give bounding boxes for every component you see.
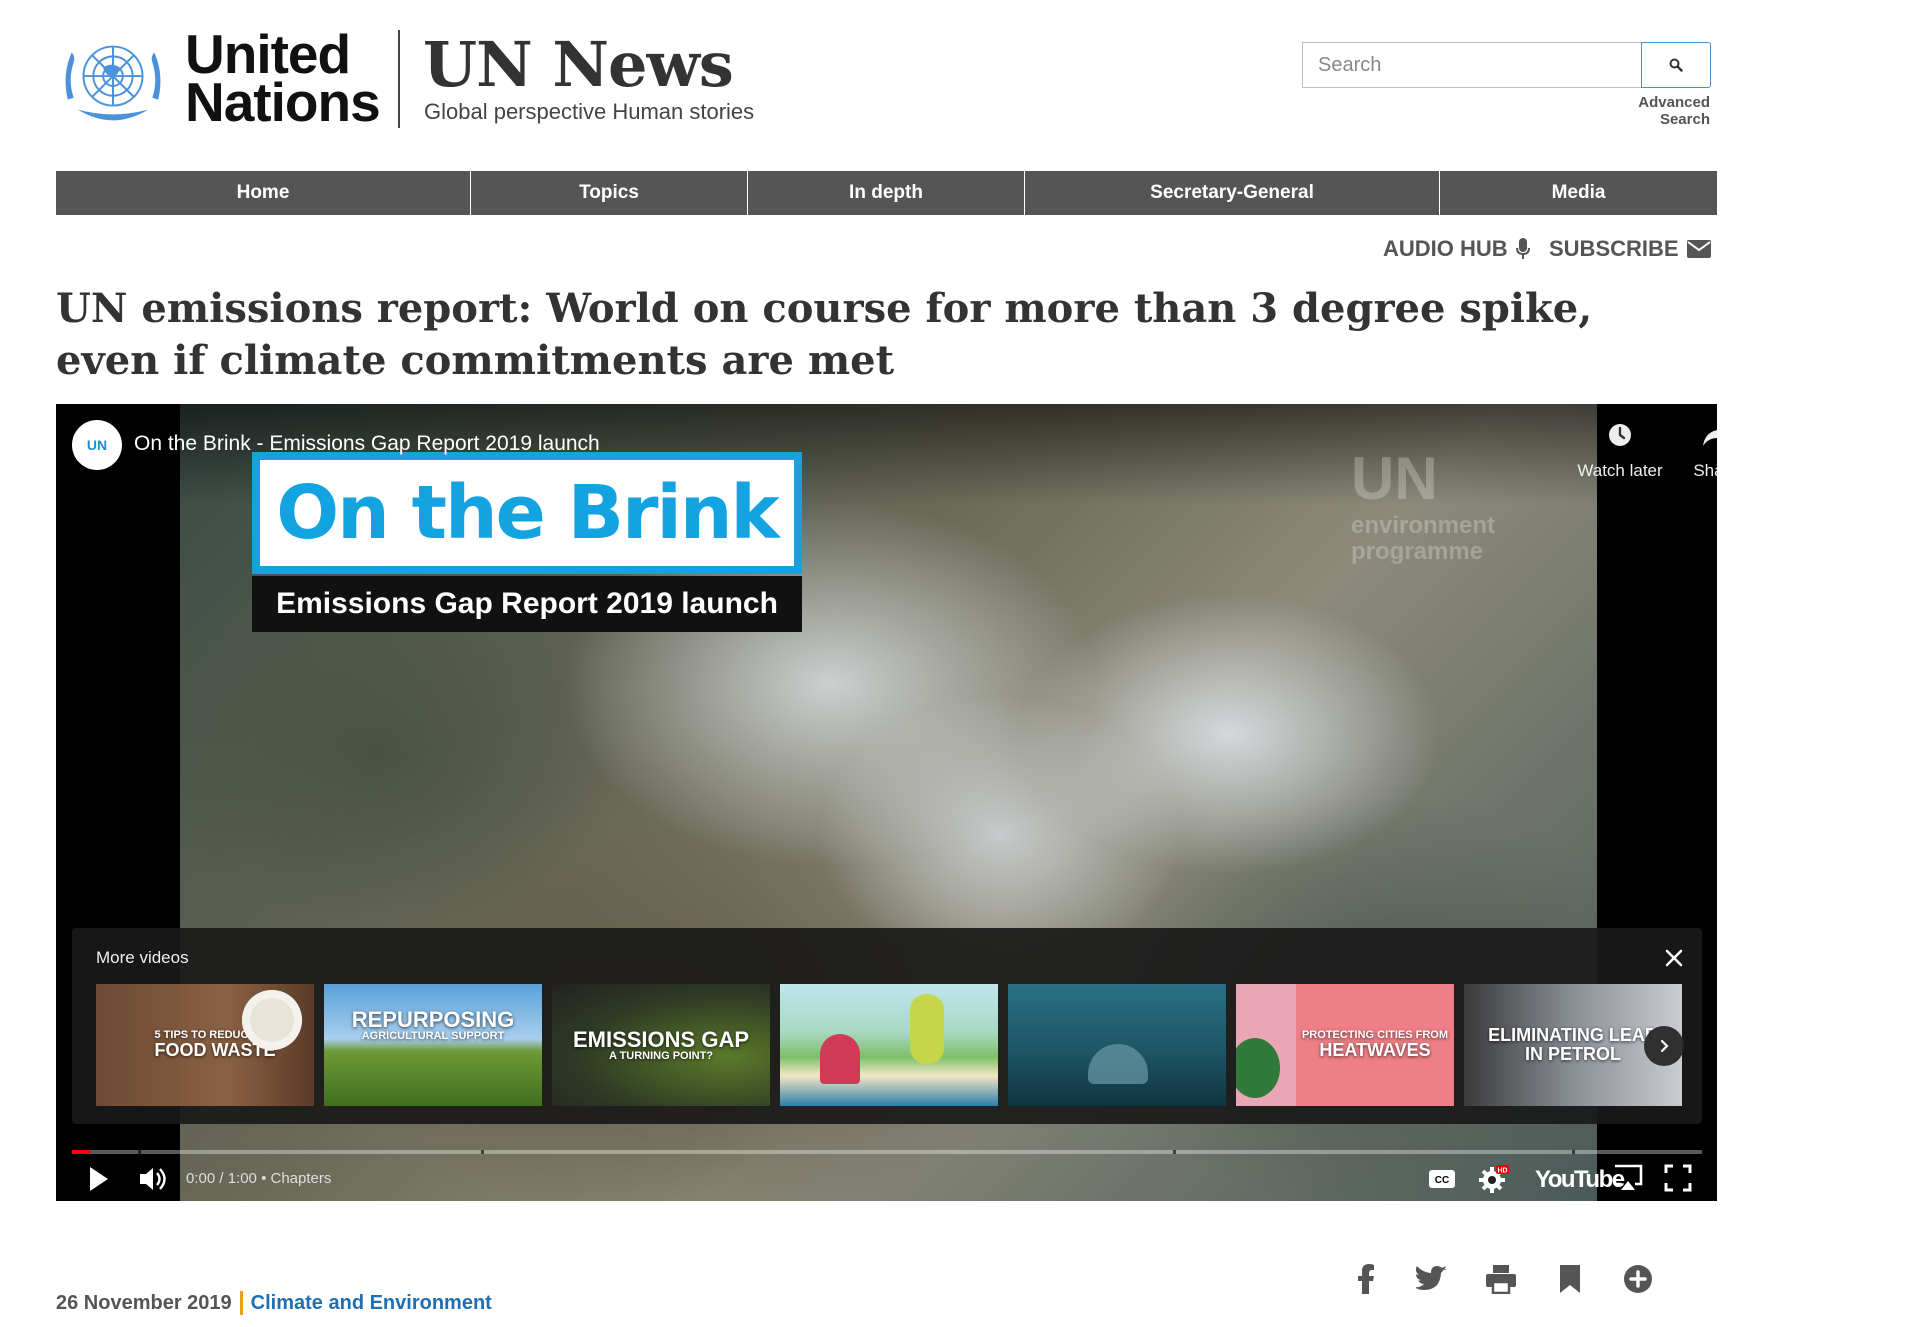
envelope-icon [1686,240,1711,258]
search-button[interactable] [1641,42,1711,88]
site-header: United Nations UN News Global perspectiv… [0,0,1920,170]
advanced-search-link[interactable]: Advanced Search [1585,94,1710,128]
site-tagline: Global perspective Human stories [424,99,755,124]
share-label: Share [1693,461,1717,480]
chevron-right-icon [1660,1039,1669,1053]
overlay-subtitle: Emissions Gap Report 2019 launch [252,576,802,632]
share-arrow-icon [1703,430,1717,446]
watch-later-label: Watch later [1577,461,1663,480]
chapter-marker [138,1150,141,1154]
nav-item-home[interactable]: Home [56,171,471,215]
header-divider [398,30,400,128]
bookmark-button[interactable] [1553,1262,1587,1296]
illustration-figure [820,1034,860,1084]
time-value: 0:00 / 1:00 [186,1170,257,1187]
subscribe-link[interactable]: SUBSCRIBE [1549,235,1711,263]
facebook-icon [1358,1264,1374,1294]
svg-text:HD: HD [1497,1168,1507,1175]
video-player[interactable]: UN environment programme On the Brink Em… [56,404,1717,1201]
chapter-marker [1173,1150,1176,1154]
clock-icon [1609,424,1631,446]
thumbnail-title: ELIMINATING LEAD IN PETROL [1488,1025,1658,1064]
nav-item-topics[interactable]: Topics [471,171,748,215]
channel-avatar[interactable]: UN [72,420,122,470]
video-thumbnail[interactable]: EMISSIONS GAP A TURNING POINT? [552,984,770,1106]
watch-later-button[interactable]: Watch later [1575,422,1665,481]
nav-item-secretary-general[interactable]: Secretary-General [1025,171,1440,215]
chapters-button[interactable]: Chapters [271,1170,332,1187]
more-videos-panel: More videos 5 TIPS TO REDUCE FOOD WASTE … [72,928,1702,1124]
thumbnail-subtitle: A TURNING POINT? [608,1049,714,1062]
thumbnail-subtitle: AGRICULTURAL SUPPORT [361,1029,505,1042]
share-button[interactable]: Share [1671,422,1717,481]
nav-item-media[interactable]: Media [1440,171,1717,215]
subscribe-label: SUBSCRIBE [1549,236,1679,261]
play-icon[interactable] [86,1164,112,1194]
youtube-logo[interactable]: YouTube [1535,1166,1625,1194]
print-button[interactable] [1484,1262,1518,1296]
video-thumbnail[interactable]: PROTECTING CITIES FROM HEATWAVES [1236,984,1454,1106]
plus-circle-icon [1624,1265,1652,1293]
print-icon [1486,1265,1516,1294]
twitter-icon [1416,1266,1447,1290]
illustration-figure [910,994,944,1064]
thumbnail-title: REPURPOSING [351,1006,515,1032]
video-thumbnail[interactable]: REPURPOSING AGRICULTURAL SUPPORT [324,984,542,1106]
video-controls: 0:00 / 1:00 • Chapters CC HD YouTube [56,1160,1717,1200]
thumbnail-title: HEATWAVES [1319,1040,1431,1061]
more-videos-thumbnails: 5 TIPS TO REDUCE FOOD WASTE REPURPOSING … [96,984,1686,1106]
search-box [1302,42,1645,88]
video-thumbnail[interactable] [780,984,998,1106]
thumbnail-title: EMISSIONS GAP [572,1026,750,1052]
video-thumbnail[interactable]: 5 TIPS TO REDUCE FOOD WASTE [96,984,314,1106]
facebook-share-button[interactable] [1349,1262,1383,1296]
salad-bowl-graphic [242,990,302,1050]
volume-icon[interactable] [138,1164,170,1194]
time-display: 0:00 / 1:00 • Chapters [186,1170,332,1187]
share-toolbar [0,1262,1920,1302]
progress-played [72,1150,90,1154]
twitter-share-button[interactable] [1415,1262,1449,1296]
search-input[interactable] [1303,43,1641,87]
main-nav: Home Topics In depth Secretary-General M… [56,171,1717,215]
un-emblem-logo[interactable] [54,30,172,130]
audio-hub-label: AUDIO HUB [1383,236,1508,261]
next-thumbnails-button[interactable] [1644,1026,1684,1066]
nav-item-in-depth[interactable]: In depth [748,171,1025,215]
video-thumbnail[interactable] [1008,984,1226,1106]
overlay-title-card: On the Brink [252,452,802,574]
diver-silhouette [1088,1044,1148,1084]
united-nations-wordmark[interactable]: United Nations [185,27,381,133]
svg-text:CC: CC [1435,1175,1449,1186]
chapter-marker [1572,1150,1575,1154]
article-headline: UN emissions report: World on course for… [56,285,1593,384]
chapter-marker [481,1150,484,1154]
settings-gear-icon[interactable]: HD [1478,1164,1510,1194]
close-icon[interactable] [1662,946,1686,970]
video-progress-bar[interactable] [72,1150,1702,1154]
airplay-icon[interactable] [1612,1164,1644,1192]
microphone-icon [1515,238,1530,259]
channel-badge: UN [86,437,108,453]
wordmark-line2: Nations [185,71,381,133]
more-share-button[interactable] [1621,1262,1655,1296]
more-videos-label: More videos [96,948,189,967]
site-title[interactable]: UN News [423,28,734,101]
captions-icon[interactable]: CC [1428,1168,1456,1190]
video-title[interactable]: On the Brink - Emissions Gap Report 2019… [134,432,600,456]
audio-hub-link[interactable]: AUDIO HUB [1383,235,1530,263]
unep-watermark: UN environment programme [1351,445,1496,565]
bookmark-icon [1560,1265,1580,1293]
overlay-title: On the Brink [276,470,780,556]
fullscreen-icon[interactable] [1664,1164,1692,1192]
search-icon [1669,58,1683,72]
